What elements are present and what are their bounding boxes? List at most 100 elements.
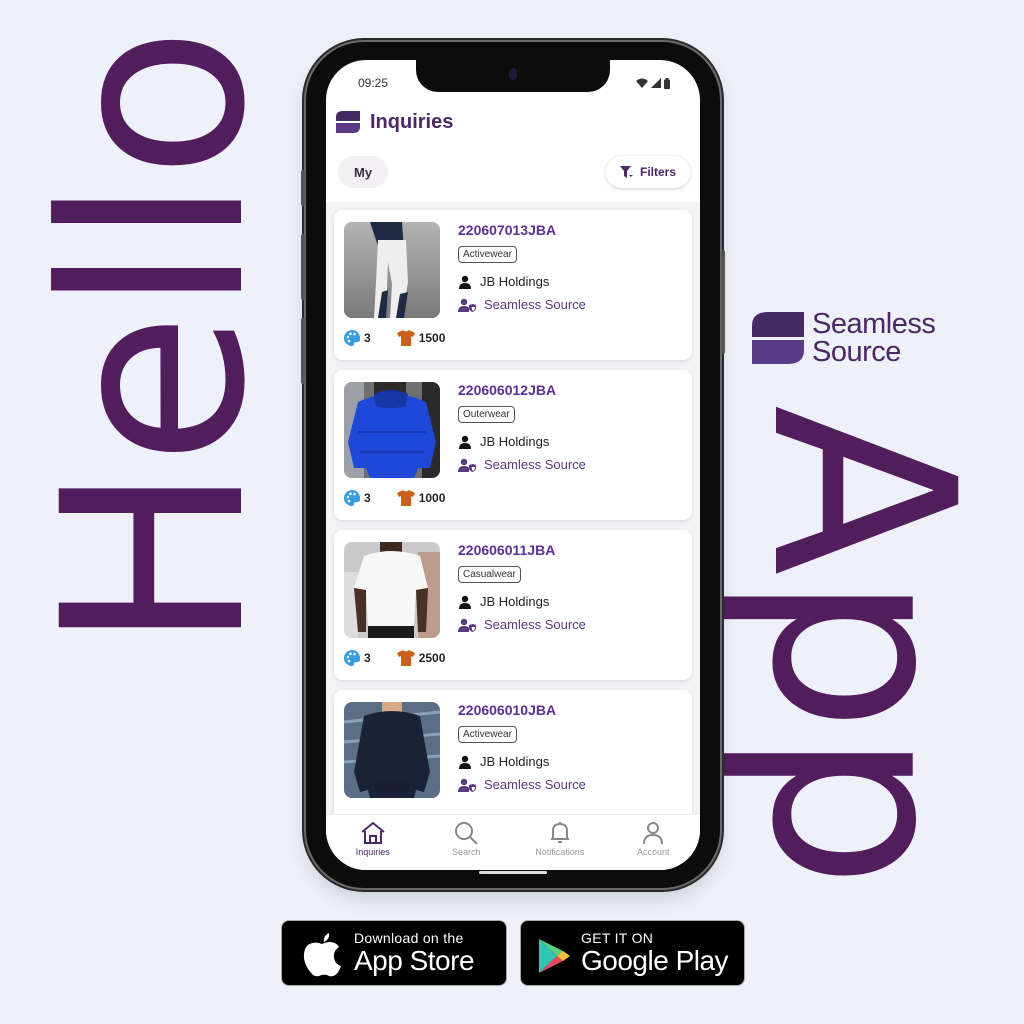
volume-down-button bbox=[301, 318, 305, 384]
colors-count: 3 bbox=[364, 651, 371, 665]
source-name: Seamless Source bbox=[484, 617, 586, 632]
inquiry-card[interactable]: 220606011JBA Casualwear JB Holdings Seam… bbox=[334, 530, 692, 680]
tab-label: Account bbox=[636, 847, 670, 857]
inquiry-metrics: 3 1000 bbox=[344, 490, 445, 506]
tshirt-icon bbox=[396, 650, 415, 666]
quantity: 2500 bbox=[418, 651, 446, 665]
product-image-blue-puffer-jacket bbox=[344, 382, 440, 478]
owner-row: JB Holdings bbox=[458, 754, 549, 769]
tshirt-icon bbox=[396, 490, 415, 506]
notch bbox=[416, 60, 610, 92]
google-play-small-text: GET IT ON bbox=[581, 930, 654, 946]
owner-row: JB Holdings bbox=[458, 594, 549, 609]
bottom-tab-bar: Inquiries Search Notifications Account bbox=[326, 814, 700, 870]
source-row: Seamless Source bbox=[458, 457, 586, 472]
brand-lockup: Seamless Source bbox=[752, 308, 936, 368]
brand-name-line1: Seamless bbox=[812, 308, 936, 340]
filters-button[interactable]: Filters bbox=[605, 156, 690, 188]
inquiries-list[interactable]: 220607013JBA Activewear JB Holdings Seam… bbox=[326, 202, 700, 814]
app-header: Inquiries bbox=[336, 110, 453, 134]
quantity: 1500 bbox=[418, 331, 446, 345]
inquiry-metrics: 3 1500 bbox=[344, 330, 445, 346]
page-title: Inquiries bbox=[370, 110, 454, 133]
home-icon bbox=[361, 821, 385, 844]
app-screen: 09:25 Inquiries My Filters 220607013JBA … bbox=[326, 60, 700, 870]
google-play-big-text: Google Play bbox=[581, 945, 729, 976]
category-tag: Outerwear bbox=[458, 406, 515, 423]
home-indicator bbox=[479, 871, 547, 874]
tab-label: Notifications bbox=[535, 847, 585, 857]
inquiry-card[interactable]: 220606010JBA Activewear JB Holdings Seam… bbox=[334, 690, 692, 814]
owner-row: JB Holdings bbox=[458, 434, 549, 449]
signal-icon bbox=[651, 78, 661, 88]
verified-user-icon bbox=[458, 618, 476, 632]
app-headline: App bbox=[717, 404, 1008, 888]
inquiry-id[interactable]: 220606012JBA bbox=[458, 382, 556, 398]
bell-icon bbox=[550, 822, 569, 843]
source-row: Seamless Source bbox=[458, 777, 586, 792]
product-image-white-leggings bbox=[344, 222, 440, 318]
source-name: Seamless Source bbox=[484, 297, 586, 312]
my-filter-chip[interactable]: My bbox=[338, 156, 389, 188]
source-name: Seamless Source bbox=[484, 777, 586, 792]
filters-label: Filters bbox=[639, 165, 676, 179]
search-icon bbox=[455, 822, 478, 845]
inquiry-id[interactable]: 220606010JBA bbox=[458, 702, 556, 718]
category-tag: Activewear bbox=[458, 726, 517, 743]
app-store-badge[interactable]: Download on the App Store bbox=[281, 920, 507, 986]
status-time: 09:25 bbox=[358, 76, 389, 90]
volume-up-button bbox=[301, 234, 305, 300]
verified-user-icon bbox=[458, 458, 476, 472]
palette-icon bbox=[344, 650, 360, 666]
tshirt-icon bbox=[396, 330, 415, 346]
colors-count: 3 bbox=[364, 491, 371, 505]
owner-name: JB Holdings bbox=[480, 434, 550, 449]
colors-count: 3 bbox=[364, 331, 371, 345]
app-store-small-text: Download on the bbox=[354, 930, 464, 946]
person-icon bbox=[459, 435, 471, 449]
seamless-source-logo-icon bbox=[752, 310, 804, 366]
owner-row: JB Holdings bbox=[458, 274, 549, 289]
tab-account[interactable]: Account bbox=[607, 815, 701, 870]
google-play-badge[interactable]: GET IT ON Google Play bbox=[520, 920, 745, 986]
brand-name-line2: Source bbox=[812, 336, 901, 368]
quantity: 1000 bbox=[418, 491, 446, 505]
user-icon bbox=[643, 822, 664, 845]
person-icon bbox=[459, 595, 471, 609]
palette-icon bbox=[344, 490, 360, 506]
battery-icon bbox=[664, 77, 670, 89]
wifi-icon bbox=[636, 78, 648, 88]
tab-label: Inquiries bbox=[355, 847, 390, 857]
owner-name: JB Holdings bbox=[480, 594, 550, 609]
app-store-big-text: App Store bbox=[354, 945, 475, 976]
inquiry-card[interactable]: 220606012JBA Outerwear JB Holdings Seaml… bbox=[334, 370, 692, 520]
app-logo-icon bbox=[336, 110, 360, 134]
product-image-white-tshirt bbox=[344, 542, 440, 638]
inquiry-id[interactable]: 220606011JBA bbox=[458, 542, 555, 558]
front-camera bbox=[509, 68, 517, 80]
owner-name: JB Holdings bbox=[480, 754, 550, 769]
source-row: Seamless Source bbox=[458, 617, 586, 632]
inquiry-card[interactable]: 220607013JBA Activewear JB Holdings Seam… bbox=[334, 210, 692, 360]
phone-mockup: 09:25 Inquiries My Filters 220607013JBA … bbox=[301, 42, 725, 888]
tab-label: Search bbox=[451, 847, 481, 857]
verified-user-icon bbox=[458, 298, 476, 312]
tab-search[interactable]: Search bbox=[420, 815, 514, 870]
hello-headline: Hello bbox=[9, 28, 300, 652]
source-name: Seamless Source bbox=[484, 457, 586, 472]
owner-name: JB Holdings bbox=[480, 274, 550, 289]
person-icon bbox=[459, 275, 471, 289]
mute-switch bbox=[301, 170, 305, 206]
google-play-icon bbox=[539, 939, 570, 973]
inquiry-metrics: 3 2500 bbox=[344, 650, 445, 666]
tab-notifications[interactable]: Notifications bbox=[513, 815, 607, 870]
category-tag: Casualwear bbox=[458, 566, 521, 583]
palette-icon bbox=[344, 330, 360, 346]
apple-icon bbox=[303, 933, 341, 977]
power-button bbox=[721, 250, 725, 354]
source-row: Seamless Source bbox=[458, 297, 586, 312]
category-tag: Activewear bbox=[458, 246, 517, 263]
inquiry-id[interactable]: 220607013JBA bbox=[458, 222, 556, 238]
tab-inquiries[interactable]: Inquiries bbox=[326, 815, 420, 870]
person-icon bbox=[459, 755, 471, 769]
